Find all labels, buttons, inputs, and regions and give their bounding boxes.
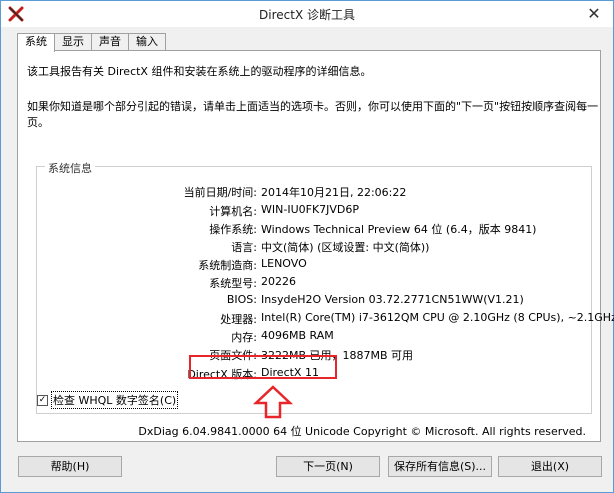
checkmark-icon[interactable]: ✓ (37, 394, 48, 406)
whql-checkbox[interactable]: ✓ 检查 WHQL 数字签名(C) (37, 391, 179, 409)
save-all-info-button[interactable]: 保存所有信息(S)... (388, 456, 492, 477)
info-label: 内存: (231, 331, 257, 344)
help-button[interactable]: 帮助(H) (18, 456, 122, 477)
info-value: 中文(简体) (区域设置: 中文(简体)) (261, 241, 430, 254)
exit-button[interactable]: 退出(X) (498, 456, 602, 477)
window-title: DirectX 诊断工具 (259, 8, 355, 22)
tab-sound[interactable]: 声音 (91, 33, 129, 51)
info-value: 4096MB RAM (261, 329, 334, 342)
info-row-processor: 处理器: Intel(R) Core(TM) i7-3612QM CPU @ 2… (37, 311, 614, 327)
directx-version-highlight (189, 355, 337, 379)
copyright-text: DxDiag 6.04.9841.0000 64 位 Unicode Copyr… (138, 425, 586, 438)
info-row-datetime: 当前日期/时间: 2014年10月21日, 22:06:22 (37, 184, 593, 200)
info-row-model: 系统型号: 20226 (37, 275, 593, 291)
directx-diagnostic-window: DirectX 诊断工具 ✕ 系统 显示 声音 输入 该工具报告有关 Direc… (0, 0, 614, 493)
info-value: LENOVO (261, 257, 307, 270)
close-icon[interactable]: ✕ (585, 5, 603, 23)
info-value: InsydeH2O Version 03.72.2771CN51WW(V1.21… (261, 293, 524, 306)
info-label: 计算机名: (209, 205, 257, 218)
system-info-group-label: 系统信息 (45, 160, 95, 176)
info-value: WIN-IU0FK7JVD6P (261, 203, 360, 216)
tab-display[interactable]: 显示 (54, 33, 92, 51)
info-value: Windows Technical Preview 64 位 (6.4，版本 9… (261, 223, 537, 236)
info-label: 语言: (231, 241, 257, 254)
info-label: BIOS: (226, 293, 257, 306)
whql-checkbox-label: 检查 WHQL 数字签名(C) (51, 391, 179, 409)
info-row-os: 操作系统: Windows Technical Preview 64 位 (6.… (37, 221, 593, 237)
tab-strip: 系统 显示 声音 输入 (17, 33, 166, 52)
up-arrow-icon (253, 385, 293, 419)
info-label: 处理器: (220, 313, 257, 326)
info-label: 操作系统: (209, 223, 257, 236)
info-label: 系统型号: (209, 277, 257, 290)
description-line-1: 该工具报告有关 DirectX 组件和安装在系统上的驱动程序的详细信息。 (27, 65, 372, 78)
system-info-group: 系统信息 当前日期/时间: 2014年10月21日, 22:06:22 计算机名… (36, 160, 614, 419)
info-row-manufacturer: 系统制造商: LENOVO (37, 257, 593, 273)
info-label: 系统制造商: (198, 259, 257, 272)
tab-system[interactable]: 系统 (17, 33, 55, 52)
info-value: Intel(R) Core(TM) i7-3612QM CPU @ 2.10GH… (261, 311, 614, 324)
tab-input[interactable]: 输入 (128, 33, 166, 51)
info-label: 当前日期/时间: (183, 186, 257, 199)
info-row-language: 语言: 中文(简体) (区域设置: 中文(简体)) (37, 239, 593, 255)
next-page-button[interactable]: 下一页(N) (276, 456, 380, 477)
info-value: 2014年10月21日, 22:06:22 (261, 186, 407, 199)
info-row-computer-name: 计算机名: WIN-IU0FK7JVD6P (37, 203, 593, 219)
title-bar: DirectX 诊断工具 ✕ (1, 1, 613, 27)
system-tab-panel: 该工具报告有关 DirectX 组件和安装在系统上的驱动程序的详细信息。 如果你… (17, 50, 614, 442)
description-line-2: 如果你知道是哪个部分引起的错误，请单击上面适当的选项卡。否则，你可以使用下面的"… (27, 100, 599, 129)
info-value: 20226 (261, 275, 296, 288)
info-row-memory: 内存: 4096MB RAM (37, 329, 593, 345)
info-row-bios: BIOS: InsydeH2O Version 03.72.2771CN51WW… (37, 293, 593, 309)
